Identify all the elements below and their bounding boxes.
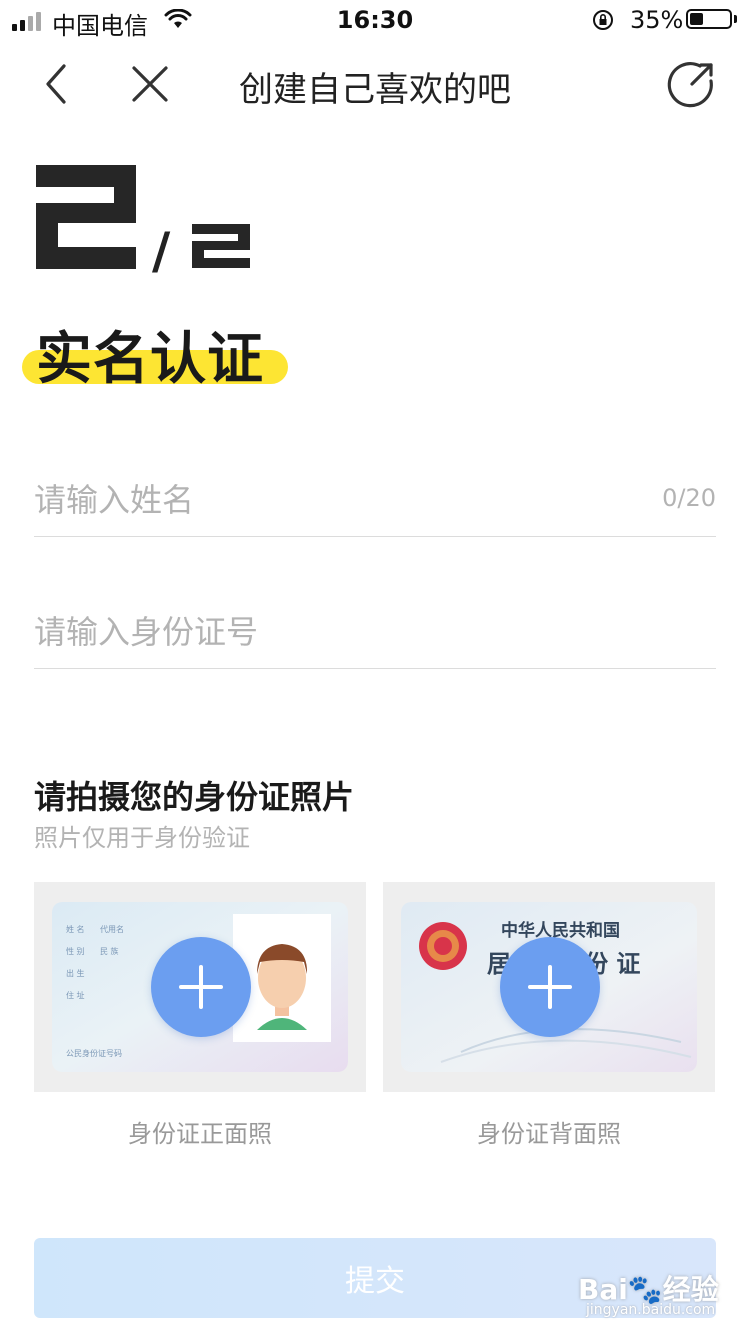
baidu-jingyan-watermark: Bai🐾经验 jingyan.baidu.com [572, 1252, 742, 1328]
front-label-alias: 代用名 [100, 924, 124, 934]
id-number-input[interactable] [34, 598, 634, 666]
back-chevron-icon[interactable] [34, 60, 82, 108]
status-bar: 中国电信 16:30 35% [0, 0, 750, 40]
add-back-photo-icon[interactable] [500, 937, 600, 1037]
id-back-upload[interactable]: 中华人民共和国 居 民 身 份 证 [383, 882, 715, 1092]
name-field: 0/20 [34, 466, 716, 537]
close-icon[interactable] [126, 60, 174, 108]
step-current: 2 [36, 165, 136, 273]
step-total: 2 [192, 224, 250, 272]
id-back-label: 身份证背面照 [477, 1120, 621, 1148]
photo-section-title: 请拍摄您的身份证照片 [34, 778, 355, 816]
step-total-digit [192, 224, 250, 268]
rotation-lock-icon [593, 10, 613, 30]
watermark-sub: jingyan.baidu.com [586, 1302, 716, 1318]
front-label-address: 住 址 [66, 990, 85, 1000]
name-char-counter: 0/20 [662, 484, 716, 512]
name-input[interactable] [34, 466, 634, 534]
id-number-field [34, 598, 716, 669]
step-current-digit [36, 165, 136, 269]
battery-icon [686, 9, 732, 29]
share-icon[interactable] [664, 58, 718, 112]
front-label-gender: 性 别 [66, 946, 85, 956]
battery-tip [734, 15, 737, 23]
step-separator: / [152, 222, 171, 280]
front-label-id-number: 公民身份证号码 [66, 1048, 122, 1058]
photo-section-subtitle: 照片仅用于身份验证 [34, 824, 250, 852]
front-label-name: 姓 名 [66, 924, 85, 934]
nav-title: 创建自己喜欢的吧 [239, 70, 511, 110]
add-front-photo-icon[interactable] [151, 937, 251, 1037]
battery-percent: 35% [630, 6, 684, 34]
id-front-label: 身份证正面照 [128, 1120, 272, 1148]
front-label-birth: 出 生 [66, 968, 85, 978]
front-label-ethnicity: 民 族 [100, 946, 119, 956]
id-front-upload[interactable]: 姓 名 代用名 性 别 民 族 出 生 住 址 公民身份证号码 [34, 882, 366, 1092]
page-title: 实名认证 [36, 327, 264, 392]
